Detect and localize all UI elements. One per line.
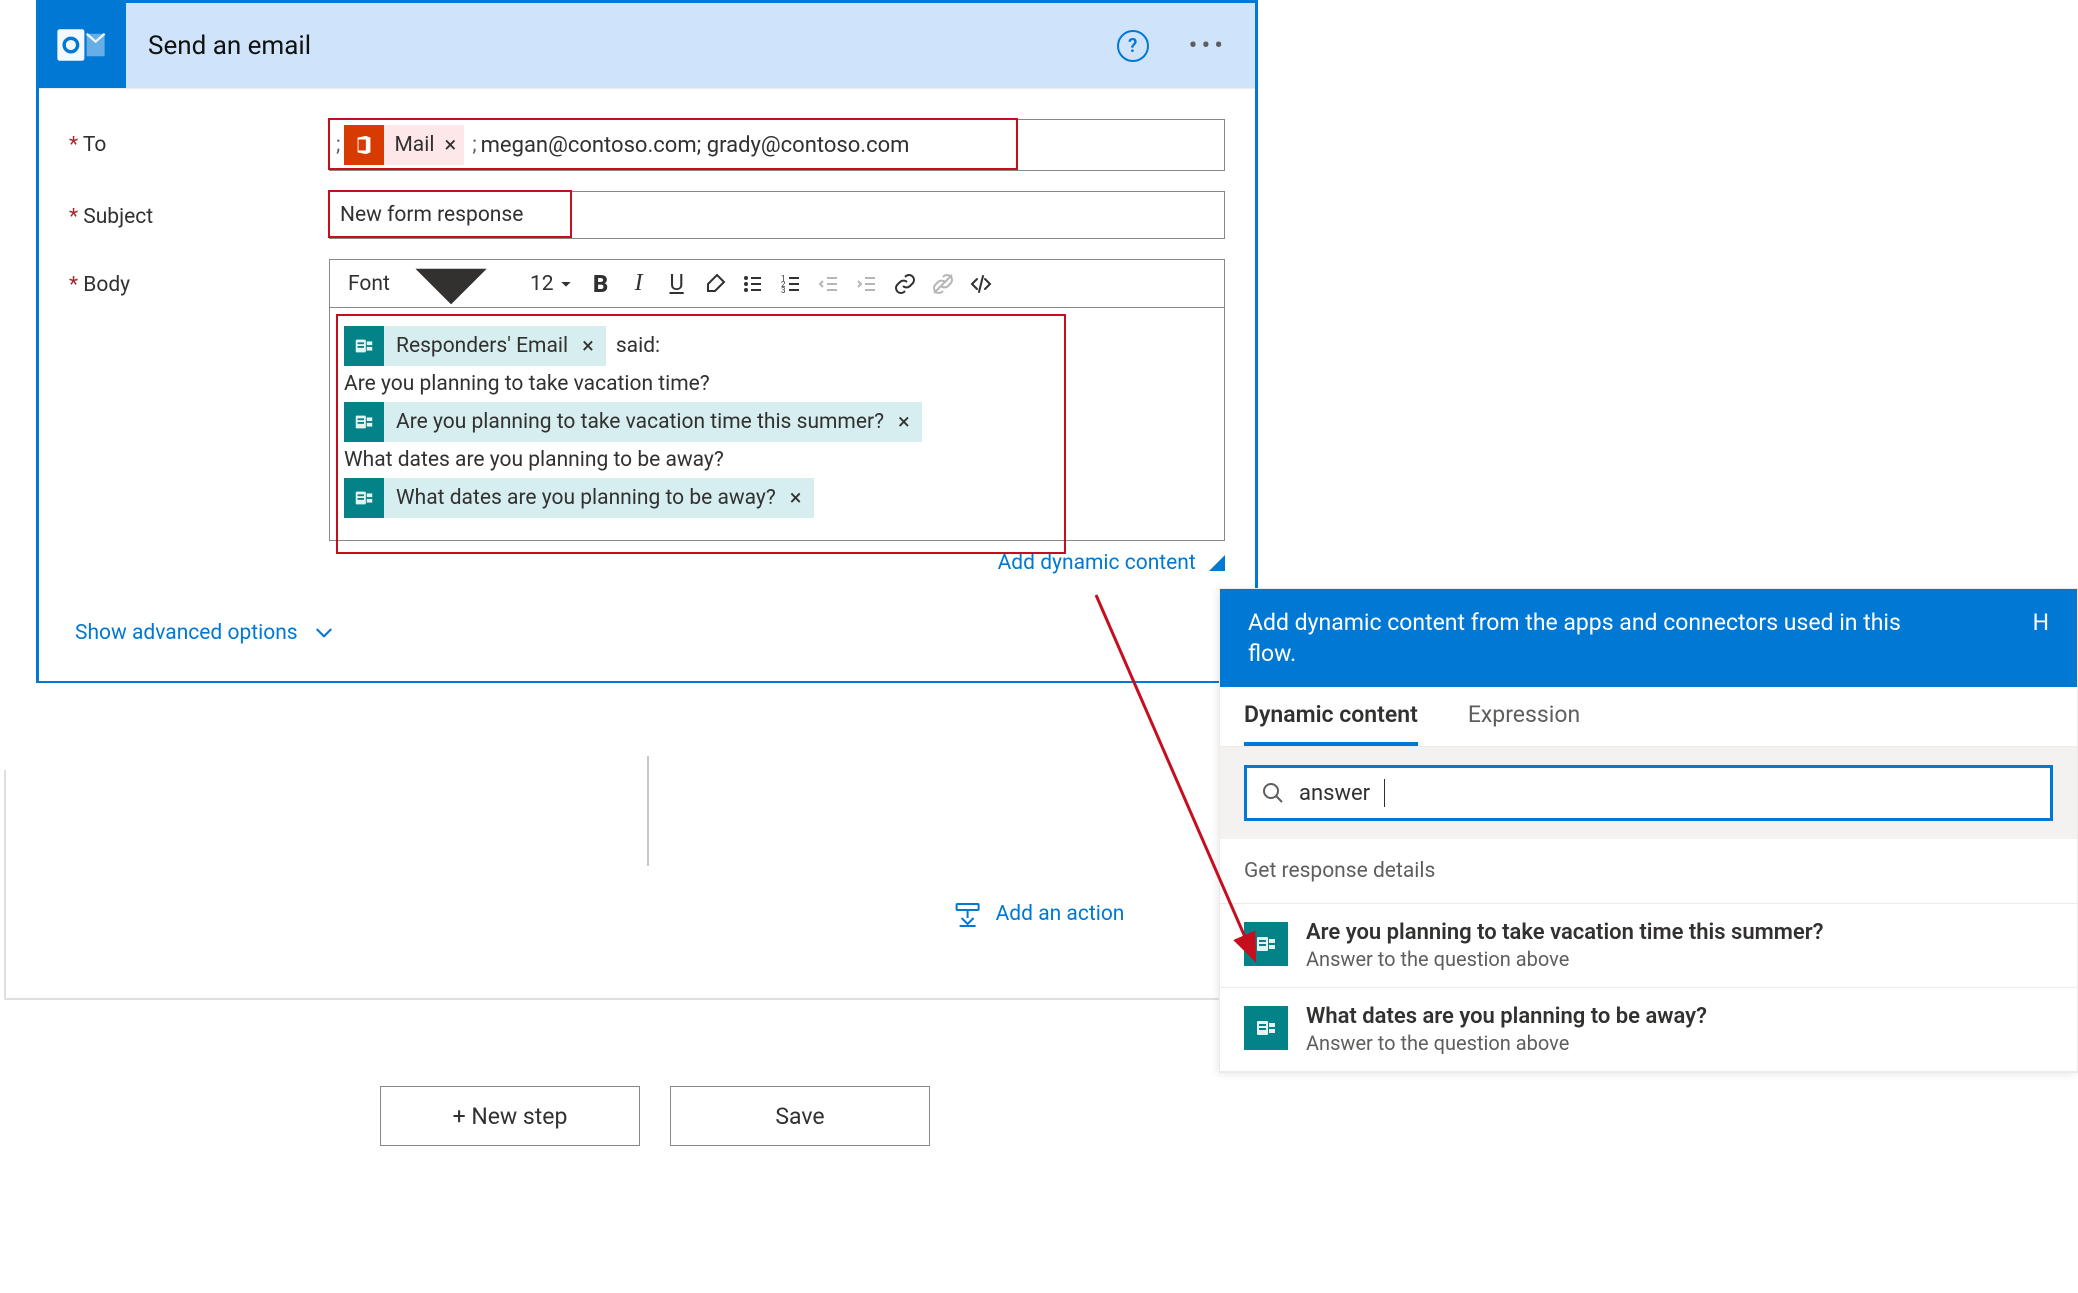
remove-token-icon[interactable]: × [898,410,910,435]
outdent-button[interactable] [812,267,846,301]
caret-icon [1209,555,1225,571]
office-icon [344,125,384,165]
to-input[interactable]: ; Mail × ; megan@contoso.com; grady@cont… [329,119,1225,171]
dynamic-content-item[interactable]: What dates are you planning to be away? … [1220,988,2077,1072]
item-subtitle: Answer to the question above [1306,947,1823,971]
outlook-icon [36,2,126,88]
search-value: answer [1299,781,1370,806]
save-button[interactable]: Save [670,1086,930,1146]
tab-expression[interactable]: Expression [1468,701,1580,746]
token-label: Are you planning to take vacation time t… [396,410,884,434]
bold-button[interactable]: B [584,267,618,301]
forms-icon [344,326,384,366]
to-value-text: megan@contoso.com; grady@contoso.com [481,133,910,158]
item-title: Are you planning to take vacation time t… [1306,920,1823,945]
font-family-dropdown[interactable]: Font [340,266,520,302]
show-advanced-options-link[interactable]: Show advanced options [69,621,334,651]
remove-token-icon[interactable]: × [582,334,594,359]
numbered-list-button[interactable] [774,267,808,301]
token-label: What dates are you planning to be away? [396,486,776,510]
help-icon[interactable]: ? [1117,30,1149,62]
body-text: What dates are you planning to be away? [344,448,1210,472]
dynamic-token-mail[interactable]: Mail × [344,125,464,165]
subject-input[interactable]: New form response [329,191,1225,239]
tab-dynamic-content[interactable]: Dynamic content [1244,701,1418,746]
to-label: To [69,119,329,171]
forms-icon [1244,922,1288,966]
body-text: said: [616,334,660,358]
underline-button[interactable]: U [660,267,694,301]
highlight-button[interactable] [698,267,732,301]
dynamic-token-responder-email[interactable]: Responders' Email × [344,326,606,366]
rich-text-toolbar: Font 12 B I U [330,260,1224,308]
remove-token-icon[interactable]: × [444,133,456,158]
search-input[interactable]: answer [1244,765,2053,821]
chevron-down-icon [314,623,334,643]
body-text: Are you planning to take vacation time? [344,372,1210,396]
more-menu-icon[interactable]: ••• [1189,31,1227,61]
forms-icon [344,478,384,518]
connector-line [647,756,649,866]
add-action-label: Add an action [996,902,1125,926]
add-action-icon [954,900,982,928]
dynamic-content-item[interactable]: Are you planning to take vacation time t… [1220,904,2077,988]
indent-button[interactable] [850,267,884,301]
bullet-list-button[interactable] [736,267,770,301]
token-label: Responders' Email [396,334,568,358]
card-header[interactable]: Send an email ? ••• [39,3,1255,89]
forms-icon [1244,1006,1288,1050]
new-step-button[interactable]: + New step [380,1086,640,1146]
group-header: Get response details [1220,839,2077,904]
unlink-button[interactable] [926,267,960,301]
panel-header: Add dynamic content from the apps and co… [1220,589,2077,687]
action-card-send-email: Send an email ? ••• To ; Mail × ; megan@… [36,0,1258,683]
dynamic-token-q1[interactable]: Are you planning to take vacation time t… [344,402,922,442]
subject-label: Subject [69,191,329,239]
body-label: Body [69,259,329,297]
dynamic-content-panel: Add dynamic content from the apps and co… [1219,588,2078,1073]
token-label: Mail [394,133,434,157]
body-editor[interactable]: Responders' Email × said: Are you planni… [330,308,1224,540]
remove-token-icon[interactable]: × [790,486,802,511]
item-title: What dates are you planning to be away? [1306,1004,1707,1029]
hide-link[interactable]: H [2033,607,2049,638]
dynamic-token-q2[interactable]: What dates are you planning to be away? … [344,478,814,518]
search-icon [1261,781,1285,805]
add-action-button[interactable]: Add an action [954,900,1125,928]
text-cursor [1384,779,1385,807]
subject-value-text: New form response [340,203,523,227]
card-title: Send an email [126,31,1117,61]
item-subtitle: Answer to the question above [1306,1031,1707,1055]
font-size-dropdown[interactable]: 12 [524,266,580,302]
body-editor-wrap: Font 12 B I U [329,259,1225,541]
code-view-button[interactable] [964,267,998,301]
link-button[interactable] [888,267,922,301]
italic-button[interactable]: I [622,267,656,301]
add-dynamic-content-link[interactable]: Add dynamic content [998,551,1225,575]
forms-icon [344,402,384,442]
